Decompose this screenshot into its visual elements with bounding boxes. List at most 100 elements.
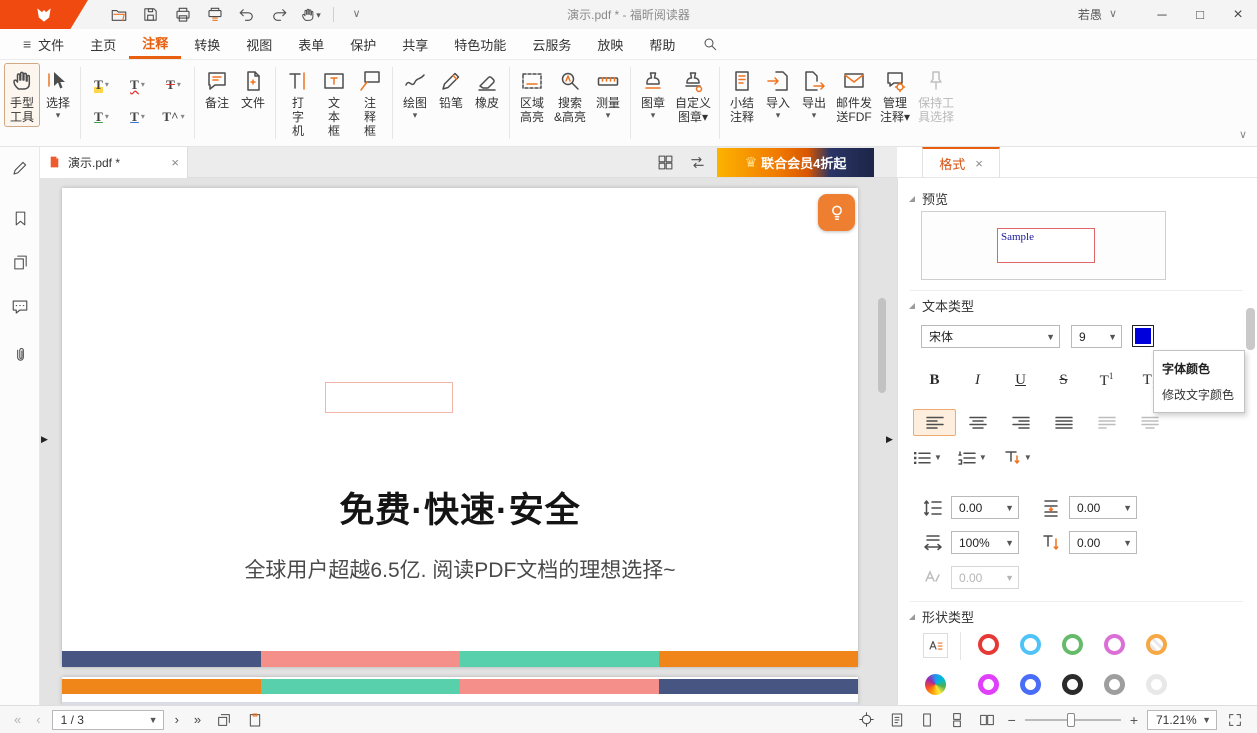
paragraph-spacing-select[interactable]: 0.00 ▼ (1069, 496, 1137, 519)
shape-color-lightblue[interactable] (1020, 634, 1041, 655)
sidebar-expand-handle[interactable]: ▶ (41, 434, 48, 445)
continuous-view-button[interactable] (945, 710, 969, 730)
hand-tool-button[interactable]: 手型 工具 (4, 63, 40, 127)
bullet-list-button[interactable]: ▼ (913, 450, 942, 465)
shape-color-orchid[interactable] (1104, 634, 1125, 655)
customize-toolbar-button[interactable]: ∨ (342, 3, 371, 26)
close-button[interactable]: × (1219, 0, 1257, 29)
file-attachment-button[interactable]: 文件 (235, 63, 271, 113)
zoom-in-button[interactable]: + (1127, 712, 1141, 728)
document-tab[interactable]: 演示.pdf * × (40, 147, 188, 178)
text-direction-button[interactable]: ▼ (1003, 450, 1032, 465)
tab-convert[interactable]: 转换 (181, 29, 233, 59)
tab-view[interactable]: 视图 (233, 29, 285, 59)
justify-all-button[interactable] (1128, 409, 1171, 436)
distribute-button[interactable] (1085, 409, 1128, 436)
shape-color-green[interactable] (1062, 634, 1083, 655)
superscript-button[interactable]: T1 (1085, 367, 1128, 394)
textbox-button[interactable]: 文 本 框 (316, 63, 352, 141)
strikethrough-button[interactable]: S (1042, 367, 1085, 394)
keep-tool-selected-button[interactable]: 保持工 具选择 (914, 63, 958, 127)
import-comments-button[interactable]: 导入 ▾ (760, 63, 796, 123)
minimize-button[interactable]: ─ (1143, 0, 1181, 29)
empty-textbox-annotation[interactable] (325, 382, 453, 413)
note-button[interactable]: 备注 (199, 63, 235, 113)
email-fdf-button[interactable]: 邮件发 送FDF (832, 63, 876, 127)
tab-home[interactable]: 主页 (77, 29, 129, 59)
search-highlight-button[interactable]: 搜索 &高亮 (550, 63, 590, 127)
page-number-select[interactable]: 1 / 3 ▼ (52, 710, 164, 730)
open-file-button[interactable] (104, 3, 133, 26)
drawing-button[interactable]: 绘图 ▾ (397, 63, 433, 123)
align-center-button[interactable] (956, 409, 999, 436)
bold-button[interactable]: B (913, 367, 956, 394)
callout-button[interactable]: 注 释 框 (352, 63, 388, 141)
font-family-select[interactable]: 宋体 ▼ (921, 325, 1060, 348)
typewriter-button[interactable]: 打 字 机 (280, 63, 316, 141)
replace-text-button[interactable]: T▾ (121, 102, 154, 131)
tab-protect[interactable]: 保护 (337, 29, 389, 59)
panel-collapse-handle[interactable]: ▶ (886, 434, 893, 445)
annotate-quick-button[interactable] (9, 157, 31, 179)
close-panel-icon[interactable]: × (975, 157, 983, 170)
tab-comment[interactable]: 注释 (129, 29, 181, 59)
last-page-button[interactable]: » (190, 712, 205, 727)
zoom-slider[interactable] (1025, 710, 1121, 730)
shape-color-blue[interactable] (1020, 674, 1041, 695)
text-shape-button[interactable] (923, 633, 948, 658)
squiggly-underline-button[interactable]: T▾ (121, 70, 154, 99)
pdf-page-1[interactable]: 免费·快速·安全 全球用户超越6.5亿. 阅读PDF文档的理想选择~ (62, 188, 858, 667)
word-spacing-select[interactable]: 0.00 ▼ (951, 566, 1019, 589)
tab-form[interactable]: 表单 (285, 29, 337, 59)
tip-lightbulb-button[interactable] (818, 194, 855, 231)
redo-button[interactable] (264, 3, 293, 26)
save-button[interactable] (136, 3, 165, 26)
align-left-button[interactable] (913, 409, 956, 436)
underline-text-button[interactable]: T▾ (85, 102, 118, 131)
shape-color-red[interactable] (978, 634, 999, 655)
align-right-button[interactable] (999, 409, 1042, 436)
bookmarks-panel-button[interactable] (9, 207, 31, 229)
document-canvas[interactable]: 免费·快速·安全 全球用户超越6.5亿. 阅读PDF文档的理想选择~ (40, 178, 897, 705)
insert-text-button[interactable]: T^▾ (157, 102, 190, 131)
reading-mode-button[interactable] (855, 710, 879, 730)
collapse-ribbon-button[interactable]: ∨ (1239, 128, 1247, 141)
summarize-comments-button[interactable]: 小结 注释 (724, 63, 760, 127)
clipboard-button[interactable] (243, 710, 267, 730)
shape-color-picker[interactable] (925, 674, 946, 695)
underline-button[interactable]: U (999, 367, 1042, 394)
shape-color-white[interactable] (1146, 674, 1167, 695)
undo-button[interactable] (232, 3, 261, 26)
character-spacing-select[interactable]: 0.00 ▼ (1069, 531, 1137, 554)
area-highlight-button[interactable]: 区域 高亮 (514, 63, 550, 127)
numbered-list-button[interactable]: ▼ (958, 450, 987, 465)
line-spacing-select[interactable]: 0.00 ▼ (951, 496, 1019, 519)
fullscreen-button[interactable] (1223, 710, 1247, 730)
panel-scrollbar[interactable] (1246, 308, 1255, 350)
zoom-out-button[interactable]: − (1005, 712, 1019, 728)
previous-page-button[interactable]: ‹ (32, 712, 44, 727)
preview-section-header[interactable]: 预览 (909, 189, 948, 208)
snapshot-button[interactable] (212, 710, 236, 730)
single-page-view-button[interactable] (915, 710, 939, 730)
tab-cloud[interactable]: 云服务 (519, 29, 584, 59)
manage-comments-button[interactable]: 管理 注释▾ (876, 63, 914, 127)
highlight-text-button[interactable]: T▾ (85, 70, 118, 99)
italic-button[interactable]: I (956, 367, 999, 394)
shape-color-black[interactable] (1062, 674, 1083, 695)
stamp-button[interactable]: 图章 ▾ (635, 63, 671, 123)
actual-size-button[interactable] (885, 710, 909, 730)
account-menu[interactable]: 若愚 ∨ (1078, 6, 1117, 23)
page-thumbnails-button[interactable] (9, 251, 31, 273)
text-type-section-header[interactable]: 文本类型 (909, 296, 974, 315)
pdf-page-2[interactable] (62, 677, 858, 705)
select-tool-button[interactable]: 选择 ▾ (40, 63, 76, 123)
tab-grid-view-button[interactable] (653, 150, 677, 174)
print-button[interactable] (168, 3, 197, 26)
export-comments-button[interactable]: 导出 ▾ (796, 63, 832, 123)
quick-print-button[interactable] (200, 3, 229, 26)
shape-color-orange-transparent[interactable] (1146, 634, 1167, 655)
first-page-button[interactable]: « (10, 712, 25, 727)
zoom-level-select[interactable]: 71.21% ▼ (1147, 710, 1217, 730)
pencil-button[interactable]: 铅笔 (433, 63, 469, 113)
